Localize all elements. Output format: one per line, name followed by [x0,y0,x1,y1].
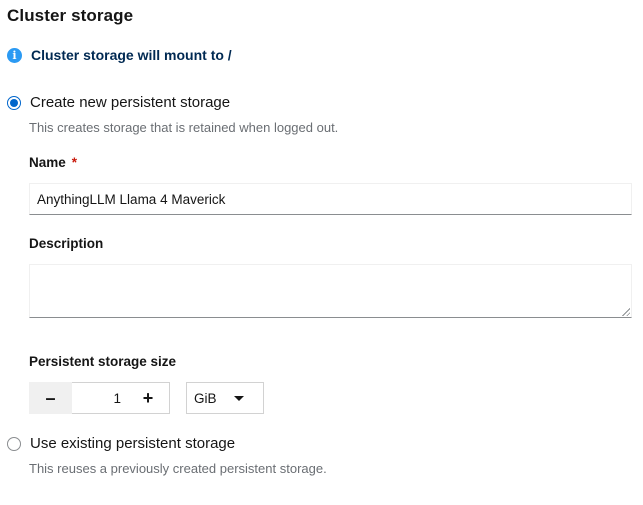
existing-storage-label[interactable]: Use existing persistent storage [30,435,235,452]
existing-storage-radio[interactable] [7,436,21,451]
existing-storage-helper: This reuses a previously created persist… [29,461,327,476]
create-storage-label[interactable]: Create new persistent storage [30,94,230,111]
storage-unit-select[interactable]: GiB [186,382,264,414]
description-label: Description [29,236,104,251]
decrement-button[interactable]: – [29,382,72,414]
create-storage-helper: This creates storage that is retained wh… [29,120,339,135]
mount-info-alert: i Cluster storage will mount to / [7,46,232,64]
existing-storage-option[interactable]: Use existing persistent storage [7,435,235,452]
name-label: Name * [29,155,77,170]
name-label-text: Name [29,155,66,170]
unit-select-value: GiB [194,390,217,406]
required-indicator: * [71,155,78,170]
create-storage-option[interactable]: Create new persistent storage [7,94,230,111]
cluster-storage-form: Cluster storage i Cluster storage will m… [0,0,643,505]
name-input-value: AnythingLLM Llama 4 Maverick [37,191,226,207]
description-textarea[interactable] [29,264,632,318]
storage-size-stepper: – 1 + [29,382,170,414]
increment-button[interactable]: + [127,382,170,414]
section-title: Cluster storage [7,6,134,25]
resize-handle-icon[interactable] [621,307,630,316]
name-input[interactable]: AnythingLLM Llama 4 Maverick [29,183,632,215]
storage-size-input[interactable]: 1 [72,382,127,414]
caret-down-icon [234,396,244,401]
info-circle-icon: i [7,47,22,63]
storage-size-label: Persistent storage size [29,354,177,369]
create-storage-radio[interactable] [7,95,21,110]
alert-text: Cluster storage will mount to / [31,47,232,63]
